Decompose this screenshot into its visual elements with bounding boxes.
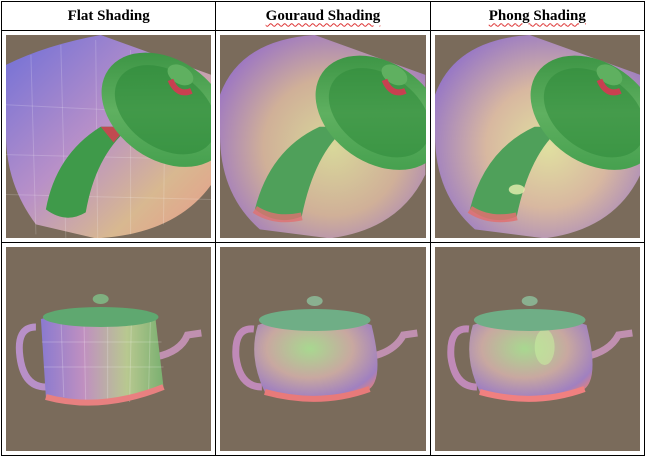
teapot-flat-full-image <box>6 247 212 452</box>
teapot-phong-closeup-image <box>434 35 640 239</box>
cell-flat-closeup <box>0 29 217 244</box>
cell-phong-full <box>429 242 646 457</box>
teapot-phong-full-image <box>434 247 640 452</box>
teapot-gouraud-closeup-image <box>220 35 426 239</box>
shading-comparison-table: Flat Shading Gouraud Shading Phong Shadi… <box>0 1 646 457</box>
cell-gouraud-full <box>215 242 431 457</box>
teapot-gouraud-full-image <box>220 247 426 452</box>
column-header-flat: Flat Shading <box>0 1 217 31</box>
full-view-row <box>0 242 646 457</box>
column-header-phong: Phong Shading <box>429 1 646 31</box>
cell-gouraud-closeup <box>215 29 431 244</box>
header-row: Flat Shading Gouraud Shading Phong Shadi… <box>0 1 646 31</box>
closeup-row <box>0 29 646 244</box>
teapot-flat-closeup-image <box>6 35 212 239</box>
cell-flat-full <box>0 242 217 457</box>
column-header-gouraud: Gouraud Shading <box>215 1 431 31</box>
cell-phong-closeup <box>429 29 646 244</box>
